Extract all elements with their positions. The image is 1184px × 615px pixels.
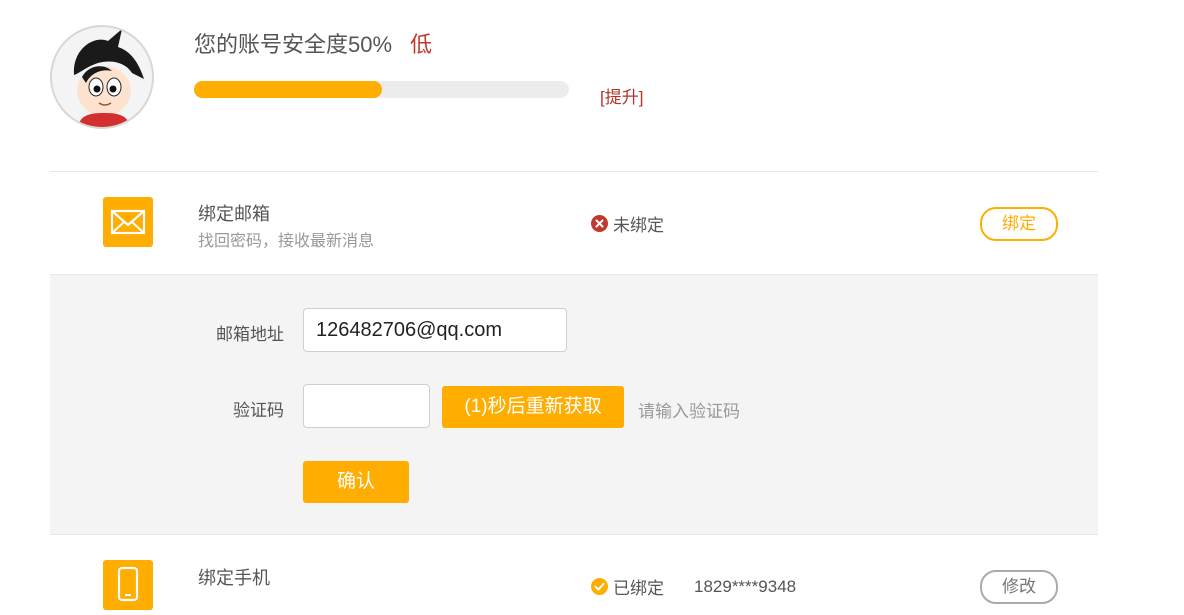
verification-code-hint: 请输入验证码 (638, 402, 740, 421)
upgrade-security-link[interactable]: [提升] (600, 83, 643, 108)
section-divider (50, 534, 1098, 535)
x-circle-icon (591, 215, 608, 232)
verification-code-input[interactable] (303, 384, 430, 428)
phone-row-title: 绑定手机 (198, 568, 270, 588)
envelope-icon (103, 197, 153, 247)
email-address-label: 邮箱地址 (216, 325, 284, 344)
email-status: 未绑定 (591, 211, 664, 236)
resend-code-button[interactable]: (1)秒后重新获取 (442, 386, 624, 428)
security-progress-fill (194, 81, 382, 98)
email-address-input[interactable] (303, 308, 567, 352)
cartoon-avatar-icon (73, 29, 144, 127)
security-score-title: 您的账号安全度50% (194, 32, 393, 57)
section-divider (50, 274, 1098, 275)
verification-code-label: 验证码 (233, 401, 284, 420)
email-status-text: 未绑定 (613, 216, 664, 235)
bind-email-button[interactable]: 绑定 (980, 207, 1058, 241)
email-row-title: 绑定邮箱 (198, 204, 270, 224)
modify-phone-button[interactable]: 修改 (980, 570, 1058, 604)
security-progress-bar (194, 81, 569, 98)
security-level-label: 低 (410, 32, 433, 57)
avatar (50, 25, 154, 129)
phone-icon (103, 560, 153, 610)
section-divider (50, 171, 1098, 172)
confirm-button[interactable]: 确认 (303, 461, 409, 503)
email-row-description: 找回密码，接收最新消息 (198, 233, 375, 250)
